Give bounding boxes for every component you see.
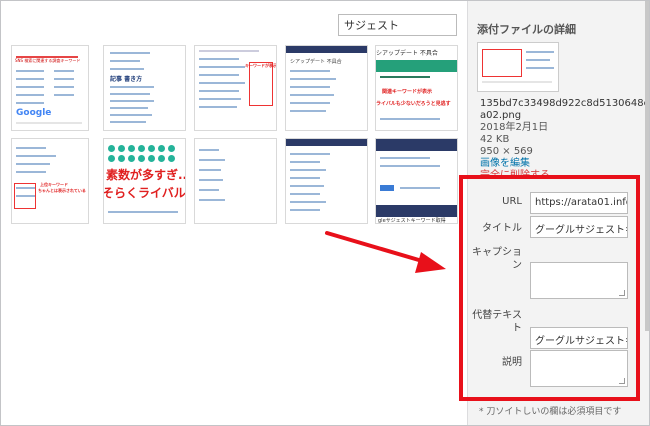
annotation-arrow <box>325 231 446 273</box>
media-library-frame: SNS 検索に関連する調査キーワード Google 記事 書き方 キーワードが表… <box>0 0 650 426</box>
